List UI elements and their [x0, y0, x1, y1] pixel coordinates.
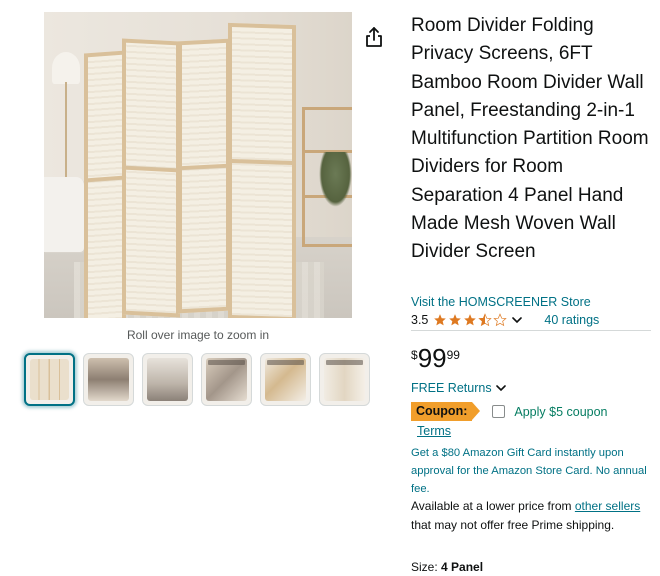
- price-symbol: $: [411, 348, 418, 362]
- star-full-icon: [449, 314, 462, 326]
- zoom-hint: Roll over image to zoom in: [126, 328, 270, 342]
- divider-panel: [228, 22, 296, 318]
- image-lamp-pole: [65, 82, 67, 182]
- star-full-icon: [464, 314, 477, 326]
- thumbnail[interactable]: [319, 353, 370, 406]
- lower-price-note: Available at a lower price from other se…: [411, 497, 651, 534]
- free-returns-link[interactable]: FREE Returns: [411, 381, 506, 395]
- thumbnail-caption-bar: [326, 360, 363, 365]
- main-product-image[interactable]: [44, 12, 352, 318]
- thumbnail-image: [30, 359, 69, 400]
- thumbnail[interactable]: [201, 353, 252, 406]
- image-lamp: [52, 52, 80, 84]
- product-title: Room Divider Folding Privacy Screens, 6F…: [411, 15, 649, 263]
- image-plant: [319, 152, 352, 207]
- thumbnail[interactable]: [83, 353, 134, 406]
- chevron-down-icon[interactable]: [512, 316, 523, 324]
- coupon-checkbox[interactable]: [492, 405, 506, 418]
- thumbnail[interactable]: [142, 353, 193, 406]
- star-empty-icon: [493, 313, 508, 327]
- apply-coupon-label[interactable]: Apply $5 coupon: [514, 405, 607, 419]
- image-chair: [44, 177, 84, 252]
- lower-price-suffix: that may not offer free Prime shipping.: [411, 517, 615, 532]
- divider-panel: [178, 38, 230, 314]
- coupon-badge: Coupon:: [411, 402, 481, 421]
- size-value: 4 Panel: [441, 560, 484, 574]
- price: $ 99 99: [411, 345, 460, 371]
- divider-panel: [84, 50, 126, 318]
- size-label: Size:: [411, 560, 438, 574]
- star-half-icon: [478, 313, 493, 327]
- free-returns-label: FREE Returns: [411, 381, 492, 395]
- share-icon[interactable]: [364, 26, 384, 48]
- size-selector-label: Size: 4 Panel: [411, 560, 483, 574]
- star-full-icon: [434, 314, 447, 326]
- store-link[interactable]: Visit the HOMSCREENER Store: [411, 295, 591, 309]
- thumbnail[interactable]: [24, 353, 75, 406]
- coupon-terms-link[interactable]: Terms: [417, 424, 451, 438]
- price-fraction: 99: [446, 348, 460, 362]
- other-sellers-link[interactable]: other sellers: [575, 499, 640, 513]
- lower-price-prefix: Available at a lower price from: [411, 499, 572, 513]
- divider-panel: [122, 38, 180, 318]
- thumbnail[interactable]: [260, 353, 311, 406]
- coupon-row: Coupon: Apply $5 coupon: [411, 402, 608, 421]
- rating-value: 3.5: [411, 313, 429, 327]
- thumbnail-caption-bar: [208, 360, 245, 365]
- ratings-count-link[interactable]: 40 ratings: [544, 313, 599, 327]
- thumbnail-image: [88, 358, 129, 401]
- rating-row: 3.5 40 ratings: [411, 313, 599, 327]
- thumbnail-image: [147, 358, 188, 401]
- star-rating[interactable]: [433, 313, 508, 327]
- section-divider: [411, 330, 651, 331]
- chevron-down-icon: [495, 385, 506, 392]
- price-whole: 99: [417, 343, 447, 373]
- thumbnail-caption-bar: [267, 360, 304, 365]
- thumbnail-strip: [24, 353, 370, 406]
- giftcard-offer-link[interactable]: Get a $80 Amazon Gift Card instantly upo…: [411, 444, 651, 498]
